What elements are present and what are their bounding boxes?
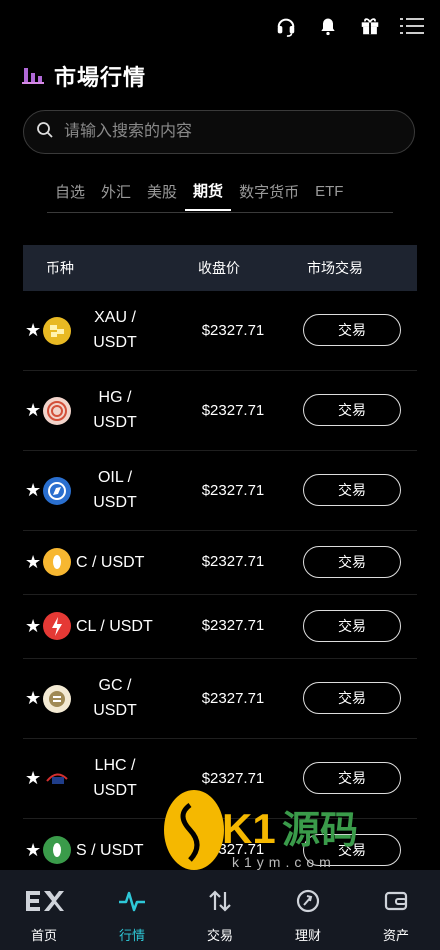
- star-icon[interactable]: ★: [25, 401, 41, 419]
- trade-button[interactable]: 交易: [303, 474, 401, 506]
- star-icon[interactable]: ★: [25, 321, 41, 339]
- close-price: $2327.71: [201, 322, 265, 339]
- search-icon: [36, 121, 54, 144]
- close-price: $2327.71: [201, 617, 265, 634]
- star-icon[interactable]: ★: [25, 617, 41, 635]
- home-logo-icon: [24, 888, 64, 919]
- star-icon[interactable]: ★: [25, 769, 41, 787]
- table-row[interactable]: ★ CL / USDT $2327.71 交易: [23, 595, 417, 659]
- tab-forex[interactable]: 外汇: [93, 172, 139, 211]
- nav-label: 资产: [382, 928, 409, 943]
- symbol-name: CL / USDT: [76, 618, 153, 635]
- tab-crypto[interactable]: 数字货币: [231, 172, 307, 211]
- trade-button[interactable]: 交易: [303, 834, 401, 866]
- table-row[interactable]: ★ C / USDT $2327.71 交易: [23, 531, 417, 595]
- trade-button[interactable]: 交易: [303, 762, 401, 794]
- column-header-coin: 币种: [46, 260, 74, 276]
- symbol-name: OIL / USDT: [93, 469, 137, 511]
- notification-icon[interactable]: [316, 14, 340, 38]
- at-sign-icon: [295, 888, 321, 919]
- column-header-price: 收盘价: [198, 260, 240, 276]
- table-row[interactable]: ★ GC / USDT $2327.71 交易: [23, 659, 417, 739]
- symbol-name: LHC / USDT: [93, 757, 137, 799]
- trade-button[interactable]: 交易: [303, 314, 401, 346]
- soy-coin-icon: [43, 836, 71, 864]
- page-title: 市場行情: [54, 65, 147, 90]
- symbol-name: C / USDT: [76, 554, 145, 571]
- swap-arrows-icon: [207, 888, 233, 919]
- trade-button[interactable]: 交易: [303, 394, 401, 426]
- close-price: $2327.71: [201, 482, 265, 499]
- nav-label: 首页: [30, 928, 57, 943]
- top-toolbar: [274, 14, 424, 38]
- page-header: 市場行情: [22, 60, 146, 92]
- gift-icon[interactable]: [358, 14, 382, 38]
- close-price: $2327.71: [201, 690, 265, 707]
- tab-futures[interactable]: 期货: [185, 172, 232, 211]
- market-tabs: 自选 外汇 美股 期货 数字货币 ETF: [47, 172, 393, 213]
- trade-button[interactable]: 交易: [303, 546, 401, 578]
- symbol-name: XAU / USDT: [93, 309, 137, 351]
- close-price: $2327.71: [201, 770, 265, 787]
- tab-etf[interactable]: ETF: [307, 172, 351, 211]
- star-icon[interactable]: ★: [25, 689, 41, 707]
- nav-finance[interactable]: 理财: [268, 870, 348, 944]
- table-row[interactable]: ★ XAU / USDT $2327.71 交易: [23, 291, 417, 371]
- bottom-navigation: 首页 行情 交易 理财 资产: [0, 870, 440, 950]
- nav-label: 理财: [294, 928, 321, 943]
- lhc-logo-icon: [43, 765, 71, 793]
- flame-coin-icon: [43, 612, 71, 640]
- menu-icon[interactable]: [400, 14, 424, 38]
- table-header: 币种 收盘价 市场交易: [23, 245, 417, 291]
- headset-icon[interactable]: [274, 14, 298, 38]
- gold-bars-icon: [43, 317, 71, 345]
- star-icon[interactable]: ★: [25, 841, 41, 859]
- star-icon[interactable]: ★: [25, 481, 41, 499]
- close-price: $2327.71: [201, 553, 265, 570]
- nav-assets[interactable]: 资产: [356, 870, 436, 944]
- market-list: ★ XAU / USDT $2327.71 交易 ★ HG / USDT $2327…: [23, 291, 417, 882]
- nav-label: 交易: [206, 928, 233, 943]
- table-row[interactable]: ★ LHC / USDT $2327.71 交易: [23, 739, 417, 819]
- trade-button[interactable]: 交易: [303, 610, 401, 642]
- nav-trade[interactable]: 交易: [180, 870, 260, 944]
- close-price: $2327.71: [201, 841, 265, 858]
- tab-watchlist[interactable]: 自选: [47, 172, 93, 211]
- wallet-icon: [383, 888, 409, 919]
- table-row[interactable]: ★ OIL / USDT $2327.71 交易: [23, 451, 417, 531]
- symbol-name: GC / USDT: [93, 677, 137, 719]
- table-row[interactable]: ★ HG / USDT $2327.71 交易: [23, 371, 417, 451]
- compass-coin-icon: [43, 477, 71, 505]
- gc-coin-icon: [43, 685, 71, 713]
- search-bar[interactable]: [23, 110, 415, 154]
- search-input[interactable]: [62, 122, 396, 142]
- symbol-name: S / USDT: [76, 842, 144, 859]
- pulse-icon: [118, 888, 146, 919]
- corn-coin-icon: [43, 548, 71, 576]
- close-price: $2327.71: [201, 402, 265, 419]
- star-icon[interactable]: ★: [25, 553, 41, 571]
- nav-label: 行情: [118, 928, 145, 943]
- trade-button[interactable]: 交易: [303, 682, 401, 714]
- bar-chart-icon: [22, 64, 44, 89]
- column-header-trade: 市场交易: [307, 260, 363, 276]
- copper-coin-icon: [43, 397, 71, 425]
- nav-market[interactable]: 行情: [92, 870, 172, 944]
- tab-us-stocks[interactable]: 美股: [139, 172, 185, 211]
- symbol-name: HG / USDT: [93, 389, 137, 431]
- nav-home[interactable]: 首页: [4, 870, 84, 944]
